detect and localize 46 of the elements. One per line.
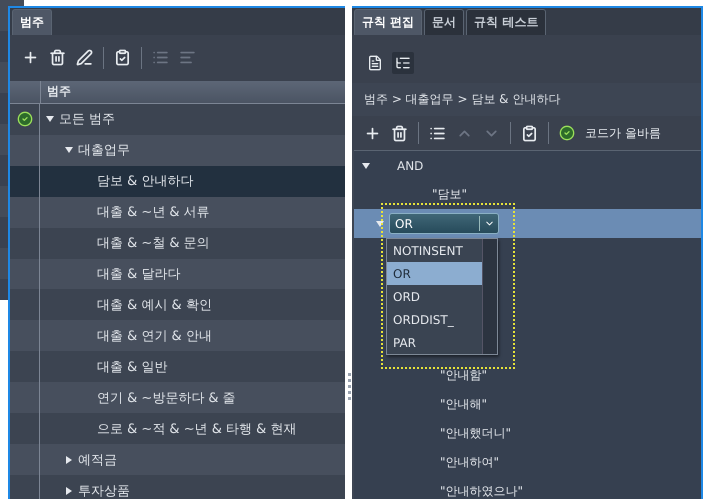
expanded-icon[interactable] [362, 162, 370, 170]
operator-dropdown[interactable]: OR [389, 213, 499, 234]
panel-tab[interactable]: 규칙 테스트 [466, 9, 546, 35]
dropdown-option[interactable]: OR [387, 262, 482, 285]
column-header: 범주 [10, 80, 345, 104]
list-icon[interactable] [429, 124, 446, 142]
status-text: 코드가 올바름 [585, 124, 661, 142]
dropdown-option[interactable]: ORDDIST_ [387, 308, 482, 331]
tree-item[interactable]: 대출업무 [10, 134, 345, 166]
term-text: "안내했더니" [440, 425, 512, 442]
term-text: "안내하여" [440, 454, 500, 471]
delete-icon[interactable] [49, 49, 66, 66]
panel-tab[interactable]: 범주 [12, 8, 52, 35]
rule-row[interactable]: AND [354, 151, 701, 180]
panel-tab[interactable]: 규칙 편집 [354, 9, 422, 35]
tree-view-icon[interactable] [392, 52, 414, 74]
dropdown-option[interactable]: PAR [387, 331, 482, 354]
tree-item[interactable]: 대출 & 연기 & 안내 [10, 320, 345, 352]
tree-item[interactable]: 대출 & 일반 [10, 351, 345, 382]
term-text: "안내함" [440, 367, 488, 384]
delete-icon[interactable] [391, 124, 408, 142]
tree-item[interactable]: 담보 & 안내하다 [10, 166, 345, 197]
expanded-icon[interactable] [65, 146, 73, 154]
tree-item[interactable]: 대출 & 달라다 [10, 258, 345, 290]
scrollbar[interactable] [482, 239, 497, 354]
tree-item[interactable]: 대출 & ~년 & 서류 [10, 196, 345, 228]
term-text: "담보" [432, 186, 468, 203]
rule-row[interactable]: OR [354, 209, 701, 238]
tree-item[interactable]: 대출 & ~철 & 문의 [10, 228, 345, 258]
collapsed-icon[interactable] [65, 486, 73, 495]
panel-tab[interactable]: 문서 [424, 9, 464, 35]
valid-check-icon [559, 125, 575, 141]
tree-item[interactable]: 연기 & ~방문하다 & 줄 [10, 382, 345, 414]
term-text: "안내하였으나" [440, 483, 524, 499]
dropdown-option[interactable]: ORD [387, 285, 482, 308]
term-text: "안내해" [440, 396, 488, 413]
pen-icon[interactable] [76, 49, 93, 66]
breadcrumb: 범주 > 대출업무 > 담보 & 안내하다 [363, 91, 562, 108]
clipboard-check-icon[interactable] [521, 124, 538, 142]
valid-check-icon [16, 111, 32, 128]
expanded-icon[interactable] [46, 115, 54, 124]
tree-item[interactable]: 예적금 [10, 444, 345, 476]
splitter-handle[interactable] [348, 373, 351, 403]
dropdown-option[interactable]: NOTINSENT [387, 239, 482, 262]
clipboard-check-icon[interactable] [114, 49, 131, 66]
collapsed-icon[interactable] [65, 456, 73, 464]
